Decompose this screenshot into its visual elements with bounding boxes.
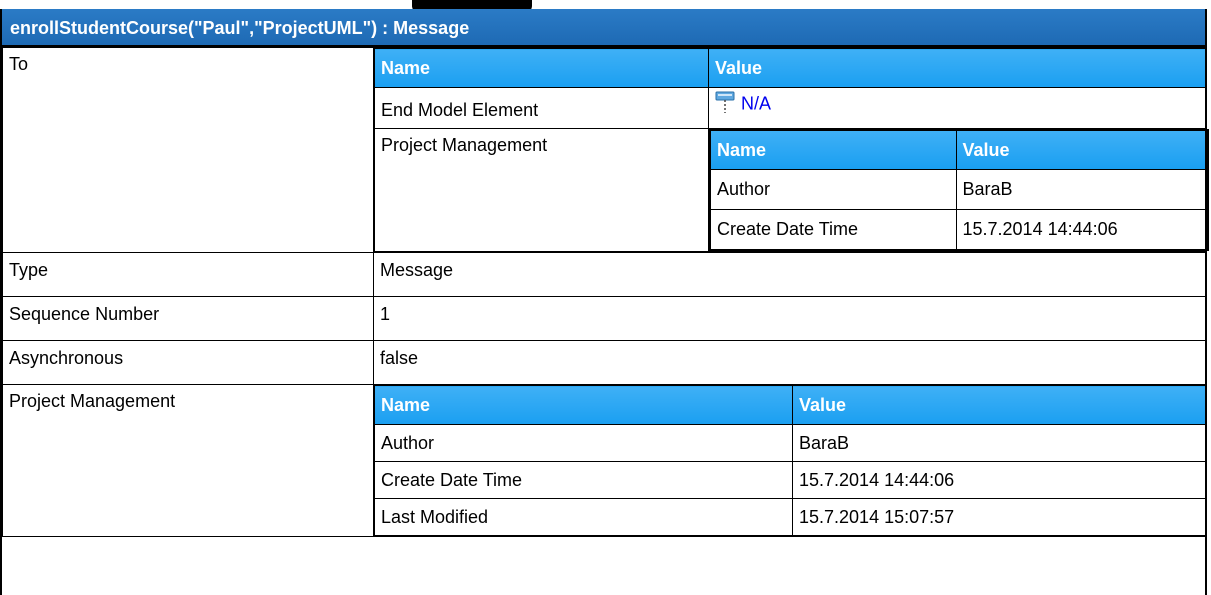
- cell-name: Author: [709, 169, 957, 210]
- project-management-subtable: Name Value Author BaraB Create Date Time…: [374, 385, 1207, 536]
- cell-value: BaraB: [955, 169, 1209, 210]
- property-label: Asynchronous: [2, 340, 374, 385]
- cell-value: 15.7.2014 14:44:06: [955, 209, 1209, 251]
- cell-name: Create Date Time: [709, 209, 957, 251]
- property-row-project-management: Project Management Name Value Author Bar…: [2, 384, 1207, 537]
- table-row: End Model Element N/A: [374, 87, 1207, 129]
- to-subtable: Name Value End Model Element N/A Project…: [374, 48, 1209, 252]
- cell-value: 15.7.2014 15:07:57: [792, 498, 1207, 536]
- cell-value: 15.7.2014 14:44:06: [792, 461, 1207, 499]
- cell-name: Last Modified: [374, 498, 793, 536]
- cell-name: Author: [374, 424, 793, 462]
- column-header-value: Value: [708, 48, 1207, 88]
- subtable-header: Name Value: [374, 48, 1207, 88]
- property-value: Name Value End Model Element N/A Project…: [373, 47, 1209, 253]
- property-row-to: To Name Value End Model Element N/A Proj…: [2, 47, 1209, 253]
- property-value: false: [373, 340, 1206, 385]
- table-row: Project Management Name Value Author Bar…: [374, 128, 1209, 252]
- column-header-name: Name: [374, 385, 793, 425]
- table-row: Author BaraB: [709, 169, 1209, 210]
- subtable-header: Name Value: [709, 129, 1209, 170]
- property-label: To: [2, 47, 374, 253]
- cell-name: Create Date Time: [374, 461, 793, 499]
- property-label: Type: [2, 252, 374, 297]
- subtable-header: Name Value: [374, 385, 1207, 425]
- message-end-icon: [715, 90, 735, 119]
- column-header-name: Name: [374, 48, 709, 88]
- property-row-asynchronous: Asynchronous false: [2, 340, 1206, 385]
- table-row: Create Date Time 15.7.2014 14:44:06: [374, 461, 1207, 499]
- cell-name: End Model Element: [374, 87, 709, 129]
- property-value: Message: [373, 252, 1206, 297]
- property-value: 1: [373, 296, 1206, 341]
- table-row: Author BaraB: [374, 424, 1207, 462]
- table-row: Last Modified 15.7.2014 15:07:57: [374, 498, 1207, 536]
- cell-value: N/A: [708, 87, 1207, 129]
- panel-title: enrollStudentCourse("Paul","ProjectUML")…: [2, 9, 1205, 47]
- property-value: Name Value Author BaraB Create Date Time…: [373, 384, 1207, 537]
- column-header-name: Name: [709, 129, 957, 170]
- property-row-sequence-number: Sequence Number 1: [2, 296, 1206, 341]
- cell-value: BaraB: [792, 424, 1207, 462]
- properties-table: To Name Value End Model Element N/A Proj…: [2, 47, 1209, 537]
- property-label: Project Management: [2, 384, 374, 537]
- cell-value: Name Value Author BaraB Create Date Time…: [708, 128, 1209, 252]
- end-model-element-link[interactable]: N/A: [741, 93, 771, 113]
- to-project-management-subtable: Name Value Author BaraB Create Date Time…: [709, 129, 1209, 251]
- column-header-value: Value: [955, 129, 1209, 170]
- message-properties-panel: enrollStudentCourse("Paul","ProjectUML")…: [0, 9, 1209, 595]
- property-label: Sequence Number: [2, 296, 374, 341]
- property-row-type: Type Message: [2, 252, 1206, 297]
- cell-name: Project Management: [374, 128, 709, 252]
- column-header-value: Value: [792, 385, 1207, 425]
- table-row: Create Date Time 15.7.2014 14:44:06: [709, 209, 1209, 251]
